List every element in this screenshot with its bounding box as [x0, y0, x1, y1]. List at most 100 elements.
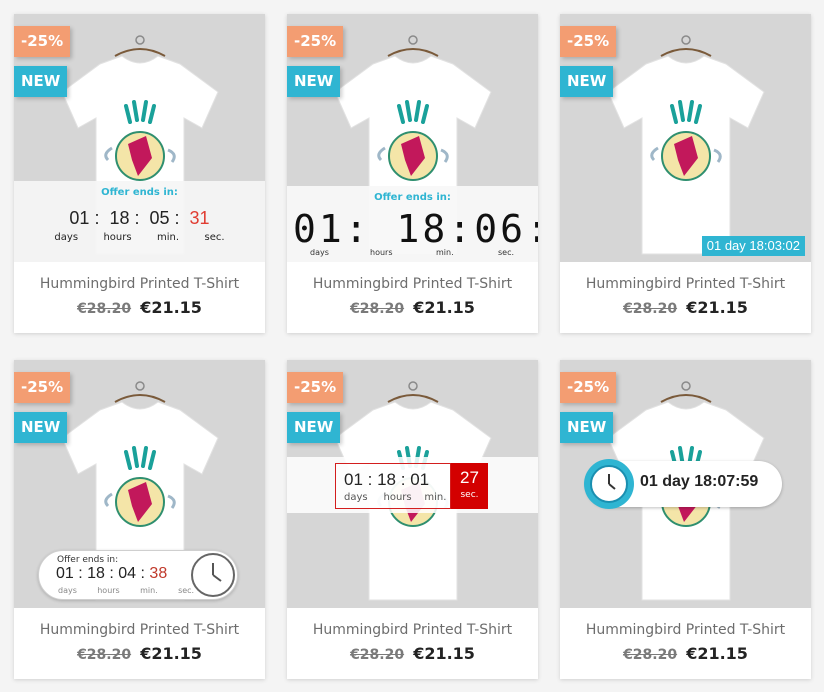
product-card[interactable]: -25% NEW 01 day 18:07:59 Hummingbird Pri…	[560, 360, 811, 679]
product-image[interactable]: -25% NEW 01 day 18:07:59	[560, 360, 811, 608]
countdown-text: 01 day 18:07:59	[640, 473, 759, 490]
label-days: days	[54, 232, 79, 243]
product-name-link[interactable]: Hummingbird Printed T-Shirt	[560, 276, 811, 292]
label-sec: sec.	[204, 232, 225, 243]
product-card[interactable]: -25% NEW 01 : 18 : 01 days hours min. 27	[287, 360, 538, 679]
label-min: min.	[140, 586, 158, 595]
label-hours: hours	[97, 586, 120, 595]
product-name-link[interactable]: Hummingbird Printed T-Shirt	[287, 622, 538, 638]
label-min: min.	[157, 232, 180, 243]
sale-price: €21.15	[413, 298, 475, 317]
product-card[interactable]: -25% NEW Offer ends in: 01 : 18 : 05 : 3…	[14, 14, 265, 333]
countdown-timer: 01 : 18 : 01 days hours min. 27 sec.	[287, 457, 538, 513]
countdown-seconds: 27	[460, 468, 479, 487]
new-badge: NEW	[14, 412, 68, 443]
product-card[interactable]: -25% NEW Offer ends in: 01 : 18 : 04 : 3…	[14, 360, 265, 679]
countdown-seconds: 31	[189, 208, 210, 228]
countdown-labels: days hours min.	[344, 492, 446, 503]
regular-price: €28.20	[350, 301, 405, 317]
label-sec: sec.	[460, 490, 479, 500]
regular-price: €28.20	[623, 301, 678, 317]
price-block: €28.20 €21.15	[287, 644, 538, 663]
label-days: days	[58, 586, 77, 595]
regular-price: €28.20	[77, 647, 132, 663]
label-days: days	[344, 492, 368, 503]
regular-price: €28.20	[623, 647, 678, 663]
price-block: €28.20 €21.15	[14, 298, 265, 317]
countdown-values: 01 : 18 : 01	[344, 470, 430, 489]
discount-badge: -25%	[287, 26, 344, 57]
discount-badge: -25%	[560, 372, 617, 403]
product-card[interactable]: -25% NEW Offer ends in: 01: 18:06:51 day…	[287, 14, 538, 333]
label-hours: hours	[103, 232, 132, 243]
countdown-hours: 18	[87, 565, 105, 582]
product-name-link[interactable]: Hummingbird Printed T-Shirt	[560, 622, 811, 638]
countdown-minutes: 01	[410, 470, 430, 489]
price-block: €28.20 €21.15	[560, 644, 811, 663]
countdown-title: Offer ends in:	[101, 187, 178, 198]
countdown-seconds-box: 27 sec.	[451, 463, 488, 509]
regular-price: €28.20	[350, 647, 405, 663]
clock-icon	[584, 459, 634, 509]
new-badge: NEW	[14, 66, 68, 97]
discount-badge: -25%	[14, 26, 71, 57]
countdown-minutes: 05	[149, 208, 170, 228]
product-image[interactable]: -25% NEW 01 day 18:03:02	[560, 14, 811, 262]
product-name-link[interactable]: Hummingbird Printed T-Shirt	[287, 276, 538, 292]
sale-price: €21.15	[686, 644, 748, 663]
label-hours: hours	[370, 248, 393, 257]
product-image[interactable]: -25% NEW Offer ends in: 01 : 18 : 04 : 3…	[14, 360, 265, 608]
new-badge: NEW	[560, 412, 614, 443]
countdown-box: 01 : 18 : 01 days hours min.	[335, 463, 451, 509]
countdown-timer: Offer ends in: 01 : 18 : 04 : 38 days ho…	[38, 550, 238, 600]
countdown-days: 01	[69, 208, 90, 228]
product-image[interactable]: -25% NEW 01 : 18 : 01 days hours min. 27	[287, 360, 538, 608]
label-sec: sec.	[498, 248, 515, 257]
sale-price: €21.15	[140, 298, 202, 317]
product-card[interactable]: -25% NEW 01 day 18:03:02 Hummingbird Pri…	[560, 14, 811, 333]
countdown-timer: 01 day 18:07:59	[584, 459, 782, 509]
new-badge: NEW	[287, 66, 341, 97]
countdown-hours: 18	[109, 208, 130, 228]
label-min: min.	[424, 492, 447, 503]
countdown-hours: 18	[396, 207, 449, 251]
countdown-timer: Offer ends in: 01: 18:06:51 days hours m…	[287, 186, 538, 262]
discount-badge: -25%	[287, 372, 344, 403]
countdown-seconds: 38	[149, 565, 168, 582]
countdown-days: 01	[293, 207, 345, 251]
clock-icon	[191, 553, 235, 597]
countdown-timer: 01 day 18:03:02	[701, 236, 805, 256]
product-image[interactable]: -25% NEW Offer ends in: 01: 18:06:51 day…	[287, 14, 538, 262]
discount-badge: -25%	[560, 26, 617, 57]
countdown-labels: days hours min. sec.	[14, 232, 265, 243]
price-block: €28.20 €21.15	[14, 644, 265, 663]
label-sec: sec.	[178, 586, 195, 595]
product-name-link[interactable]: Hummingbird Printed T-Shirt	[14, 276, 265, 292]
sale-price: €21.15	[140, 644, 202, 663]
price-block: €28.20 €21.15	[287, 298, 538, 317]
countdown-days: 01	[344, 470, 363, 489]
product-grid: -25% NEW Offer ends in: 01 : 18 : 05 : 3…	[0, 0, 824, 692]
countdown-title: Offer ends in:	[57, 555, 119, 565]
countdown-title: Offer ends in:	[374, 192, 451, 203]
countdown-values: 01: 18:06:51	[293, 207, 538, 251]
countdown-values: 01 : 18 : 05 : 31	[69, 208, 210, 228]
countdown-minutes: 06	[474, 207, 526, 251]
countdown-timer: Offer ends in: 01 : 18 : 05 : 31 days ho…	[14, 181, 265, 262]
countdown-hours: 18	[377, 470, 397, 489]
tshirt-image	[605, 34, 766, 256]
product-image[interactable]: -25% NEW Offer ends in: 01 : 18 : 05 : 3…	[14, 14, 265, 262]
countdown-days: 01	[56, 565, 74, 582]
product-name-link[interactable]: Hummingbird Printed T-Shirt	[14, 622, 265, 638]
discount-badge: -25%	[14, 372, 71, 403]
regular-price: €28.20	[77, 301, 132, 317]
price-block: €28.20 €21.15	[560, 298, 811, 317]
sale-price: €21.15	[413, 644, 475, 663]
label-days: days	[310, 248, 329, 257]
label-hours: hours	[383, 492, 412, 503]
countdown-minutes: 04	[118, 565, 137, 582]
label-min: min.	[436, 248, 454, 257]
sale-price: €21.15	[686, 298, 748, 317]
new-badge: NEW	[560, 66, 614, 97]
countdown-labels: days hours min. sec.	[58, 586, 194, 595]
